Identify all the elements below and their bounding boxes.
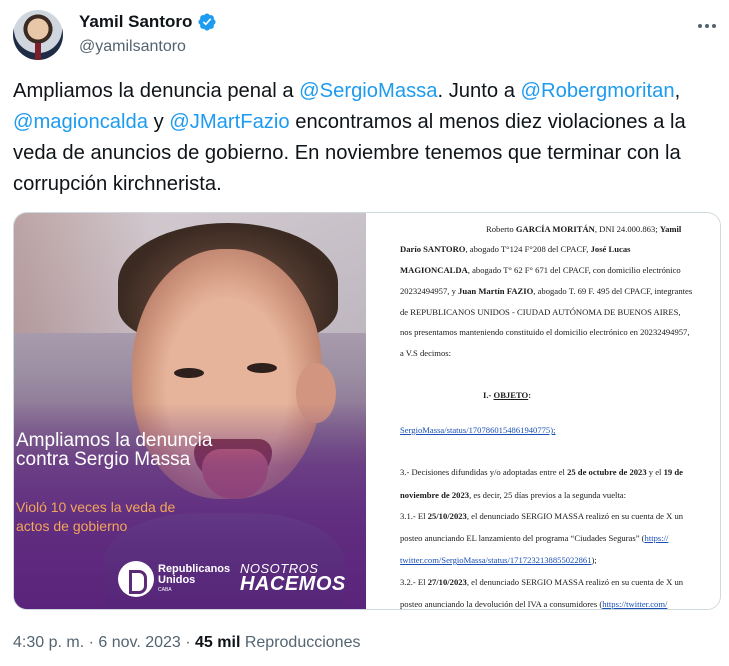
tweet-text-segment: . Junto a (437, 80, 521, 102)
doc-line: noviembre de 2023, es decir, 25 días pre… (400, 490, 626, 500)
mention-link[interactable]: @JMartFazio (169, 111, 289, 133)
doc-line: posteo anunciando EL lanzamiento del pro… (400, 533, 669, 543)
photo-eye (247, 363, 277, 373)
mention-link[interactable]: @magioncalda (13, 111, 148, 133)
author-handle[interactable]: @yamilsantoro (79, 38, 186, 56)
mention-link[interactable]: @Robergmoritan (521, 80, 675, 102)
doc-line: de REPUBLICANOS UNIDOS - CIUDAD AUTÓNOMA… (400, 307, 681, 317)
photo-eye (174, 368, 204, 378)
avatar[interactable] (13, 10, 63, 60)
media-image-document[interactable]: Roberto GARCÍA MORITÁN, DNI 24.000.863; … (368, 213, 720, 609)
more-options-icon[interactable] (695, 16, 719, 36)
tweet-text-segment: Ampliamos la denuncia penal a (13, 80, 300, 102)
tweet-header: Yamil Santoro @yamilsantoro (13, 10, 721, 62)
nosotros-hacemos-logo-line2: HACEMOS (240, 573, 346, 595)
doc-line: a V.S decimos: (400, 348, 452, 358)
republicanos-unidos-wordmark: Republicanos Unidos (158, 564, 230, 586)
logo-caba: CABA (158, 587, 172, 593)
doc-line: 3.- Decisiones difundidas y/o adoptadas … (400, 467, 683, 477)
doc-line: MAGIONCALDA, abogado T° 62 F° 671 del CP… (400, 265, 681, 275)
doc-line: 3.2.- El 27/10/2023, el denunciado SERGI… (400, 577, 684, 587)
media-image-photo[interactable]: Ampliamos la denuncia contra Sergio Mass… (14, 213, 366, 609)
tweet-meta: 4:30 p. m. · 6 nov. 2023 · 45 mil Reprod… (13, 634, 360, 652)
tweet-media[interactable]: Ampliamos la denuncia contra Sergio Mass… (13, 212, 721, 610)
doc-link-line: SergioMassa/status/1707860154861940775); (400, 425, 556, 435)
author-name[interactable]: Yamil Santoro (79, 12, 192, 32)
image-subheadline: Violó 10 veces la veda de actos de gobie… (16, 499, 176, 534)
doc-line: 20232494957, y Juan Martín FAZIO, abogad… (400, 286, 693, 296)
tweet-timestamp[interactable]: 4:30 p. m. · 6 nov. 2023 · (13, 634, 195, 651)
views-label: Reproducciones (240, 634, 361, 651)
doc-line: Roberto GARCÍA MORITÁN, DNI 24.000.863; … (486, 224, 682, 234)
doc-line: Darío SANTORO, abogado T°124 F°208 del C… (400, 244, 631, 254)
tweet-text: Ampliamos la denuncia penal a @SergioMas… (13, 76, 719, 200)
mention-link[interactable]: @SergioMassa (299, 80, 437, 102)
author-name-row: Yamil Santoro (79, 12, 217, 32)
tweet-text-segment: y (147, 111, 170, 133)
republicanos-unidos-logo-icon (118, 561, 154, 597)
doc-line: 3.1.- El 25/10/2023, el denunciado SERGI… (400, 511, 684, 521)
views-count: 45 mil (195, 634, 241, 651)
doc-link-line: twitter.com/SergioMassa/status/171723213… (400, 555, 597, 565)
verified-badge-icon (198, 13, 216, 31)
doc-heading: I.- OBJETO: (483, 390, 532, 400)
image-headline: Ampliamos la denuncia contra Sergio Mass… (16, 430, 213, 470)
doc-line: posteo anunciando la devolución del IVA … (400, 599, 668, 609)
doc-line: nos presentamos manteniendo constituido … (400, 327, 690, 337)
logo-line: Unidos (158, 574, 196, 586)
tweet-text-segment: , (674, 80, 681, 102)
